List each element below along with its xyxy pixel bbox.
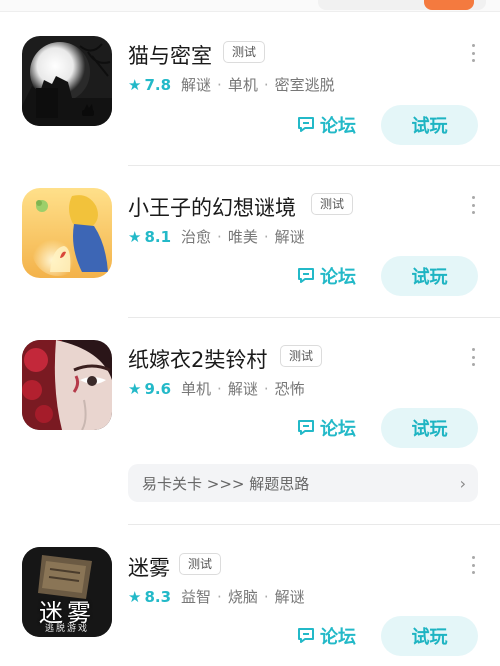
tag: 单机 [227,76,258,94]
icon-subtitle-text: 逃脱游戏 [44,624,89,634]
forum-label: 论坛 [320,116,356,137]
game-title[interactable]: 猫与密室 [128,40,212,70]
more-vertical-icon[interactable] [470,196,476,214]
game-title[interactable]: 纸嫁衣2奘铃村 [128,344,267,374]
chat-bubble-icon [298,268,314,283]
divider [128,317,500,318]
star-icon: ★ [128,379,142,398]
rating-score: 8.1 [144,227,172,246]
game-icon-little-prince[interactable] [22,188,112,278]
chat-bubble-icon [298,117,314,132]
test-badge: 测试 [179,553,222,575]
more-vertical-icon[interactable] [470,44,476,62]
chevron-right-icon: › [459,474,466,493]
star-icon: ★ [128,227,142,246]
test-badge: 测试 [311,193,354,215]
tag: 解谜 [227,380,258,398]
rating-score: 8.3 [144,587,172,606]
game-meta: ★ 7.8 解谜 · 单机 · 密室逃脱 [128,75,335,95]
game-meta: ★ 8.1 治愈 · 唯美 · 解谜 [128,227,305,247]
tag: 解谜 [181,76,212,94]
tag: 唯美 [227,228,258,246]
divider [128,165,500,166]
game-meta: ★ 9.6 单机 · 解谜 · 恐怖 [128,379,305,399]
forum-button[interactable]: 论坛 [296,413,356,443]
play-button[interactable]: 试玩 [381,105,478,145]
tag: 解谜 [274,588,305,606]
tag: 解谜 [274,228,305,246]
tag: 单机 [181,380,212,398]
tag: 烧脑 [227,588,258,606]
game-meta: ★ 8.3 益智 · 烧脑 · 解谜 [128,587,305,607]
game-icon-cat-room[interactable] [22,36,112,126]
game-title[interactable]: 小王子的幻想谜境 [128,192,296,222]
play-button[interactable]: 试玩 [381,256,478,296]
top-bar [0,0,500,12]
play-button[interactable]: 试玩 [381,616,478,656]
chat-bubble-icon [298,628,314,643]
forum-label: 论坛 [320,419,356,440]
forum-label: 论坛 [320,627,356,648]
star-icon: ★ [128,75,142,94]
forum-label: 论坛 [320,267,356,288]
forum-button[interactable]: 论坛 [296,261,356,291]
game-icon-mist[interactable]: 迷雾 逃脱游戏 [22,547,112,637]
tag: 治愈 [181,228,212,246]
walkthrough-tip-link[interactable]: 易卡关卡 >>> 解题思路 › [128,464,478,502]
top-action-button[interactable] [424,0,474,10]
tag: 密室逃脱 [274,76,335,94]
more-vertical-icon[interactable] [470,556,476,574]
tag: 恐怖 [274,380,305,398]
rating-score: 7.8 [144,75,172,94]
game-title[interactable]: 迷雾 [128,552,170,582]
star-icon: ★ [128,587,142,606]
test-badge: 测试 [280,345,323,367]
tip-text: 易卡关卡 >>> 解题思路 [142,474,310,493]
tag: 益智 [181,588,212,606]
rating-score: 9.6 [144,379,172,398]
play-button[interactable]: 试玩 [381,408,478,448]
forum-button[interactable]: 论坛 [296,110,356,140]
divider [128,524,500,525]
more-vertical-icon[interactable] [470,348,476,366]
chat-bubble-icon [298,420,314,435]
forum-button[interactable]: 论坛 [296,621,356,651]
game-icon-paper-bride[interactable] [22,340,112,430]
test-badge: 测试 [223,41,266,63]
